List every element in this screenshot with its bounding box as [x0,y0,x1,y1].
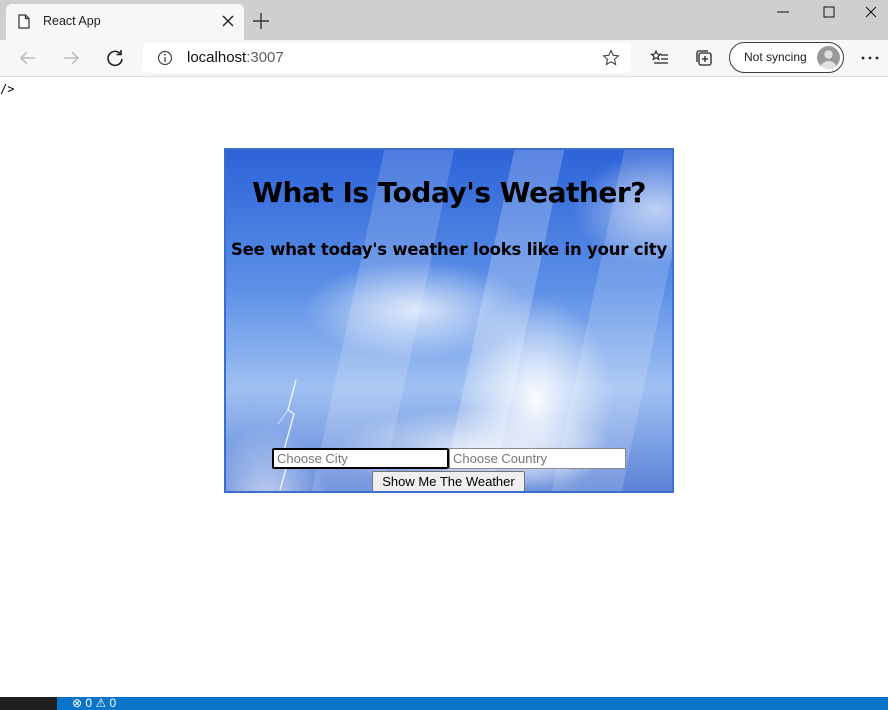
user-icon [820,50,837,69]
close-icon[interactable] [221,14,235,28]
weather-card: What Is Today's Weather? See what today'… [224,148,674,493]
url-text[interactable]: localhost:3007 [187,49,284,66]
back-arrow-icon[interactable] [18,48,38,68]
avatar [817,46,840,69]
warning-count: 0 [109,696,117,710]
info-icon[interactable] [157,50,173,66]
maximize-icon[interactable] [806,0,852,30]
status-bar-left [0,697,57,710]
error-icon: ⊗ [72,696,83,710]
page-icon [18,14,30,29]
more-options-icon[interactable] [860,48,880,68]
status-bar: ⊗ 0 ⚠ 0 [0,696,888,710]
profile-sync-button[interactable]: Not syncing [729,42,844,73]
page-title: What Is Today's Weather? [252,176,646,209]
sync-status-label: Not syncing [744,50,807,64]
country-input[interactable] [449,448,626,469]
forward-arrow-icon[interactable] [61,48,81,68]
tab-title: React App [43,14,101,28]
window-close-icon[interactable] [852,0,888,30]
star-icon[interactable] [602,49,620,67]
reload-icon[interactable] [105,48,125,68]
lightning-icon [277,380,299,490]
browser-tab-strip: React App [0,0,888,40]
city-input[interactable] [272,448,449,469]
favorites-list-icon[interactable] [650,48,670,68]
minimize-icon[interactable] [760,0,806,30]
collections-icon[interactable] [694,48,714,68]
stray-text: /> [0,82,15,96]
url-host: localhost [187,49,247,66]
browser-toolbar: localhost:3007 Not syncing [0,40,888,77]
url-port: :3007 [246,49,284,66]
browser-tab[interactable]: React App [6,4,244,40]
address-bar[interactable]: localhost:3007 [143,43,631,73]
page-subtitle: See what today's weather looks like in y… [230,240,668,259]
warning-icon: ⚠ [95,696,107,710]
error-count: 0 [85,696,93,710]
problems-count[interactable]: ⊗ 0 ⚠ 0 [72,696,116,710]
plus-icon[interactable] [252,12,270,30]
show-weather-button[interactable]: Show Me The Weather [372,471,525,491]
